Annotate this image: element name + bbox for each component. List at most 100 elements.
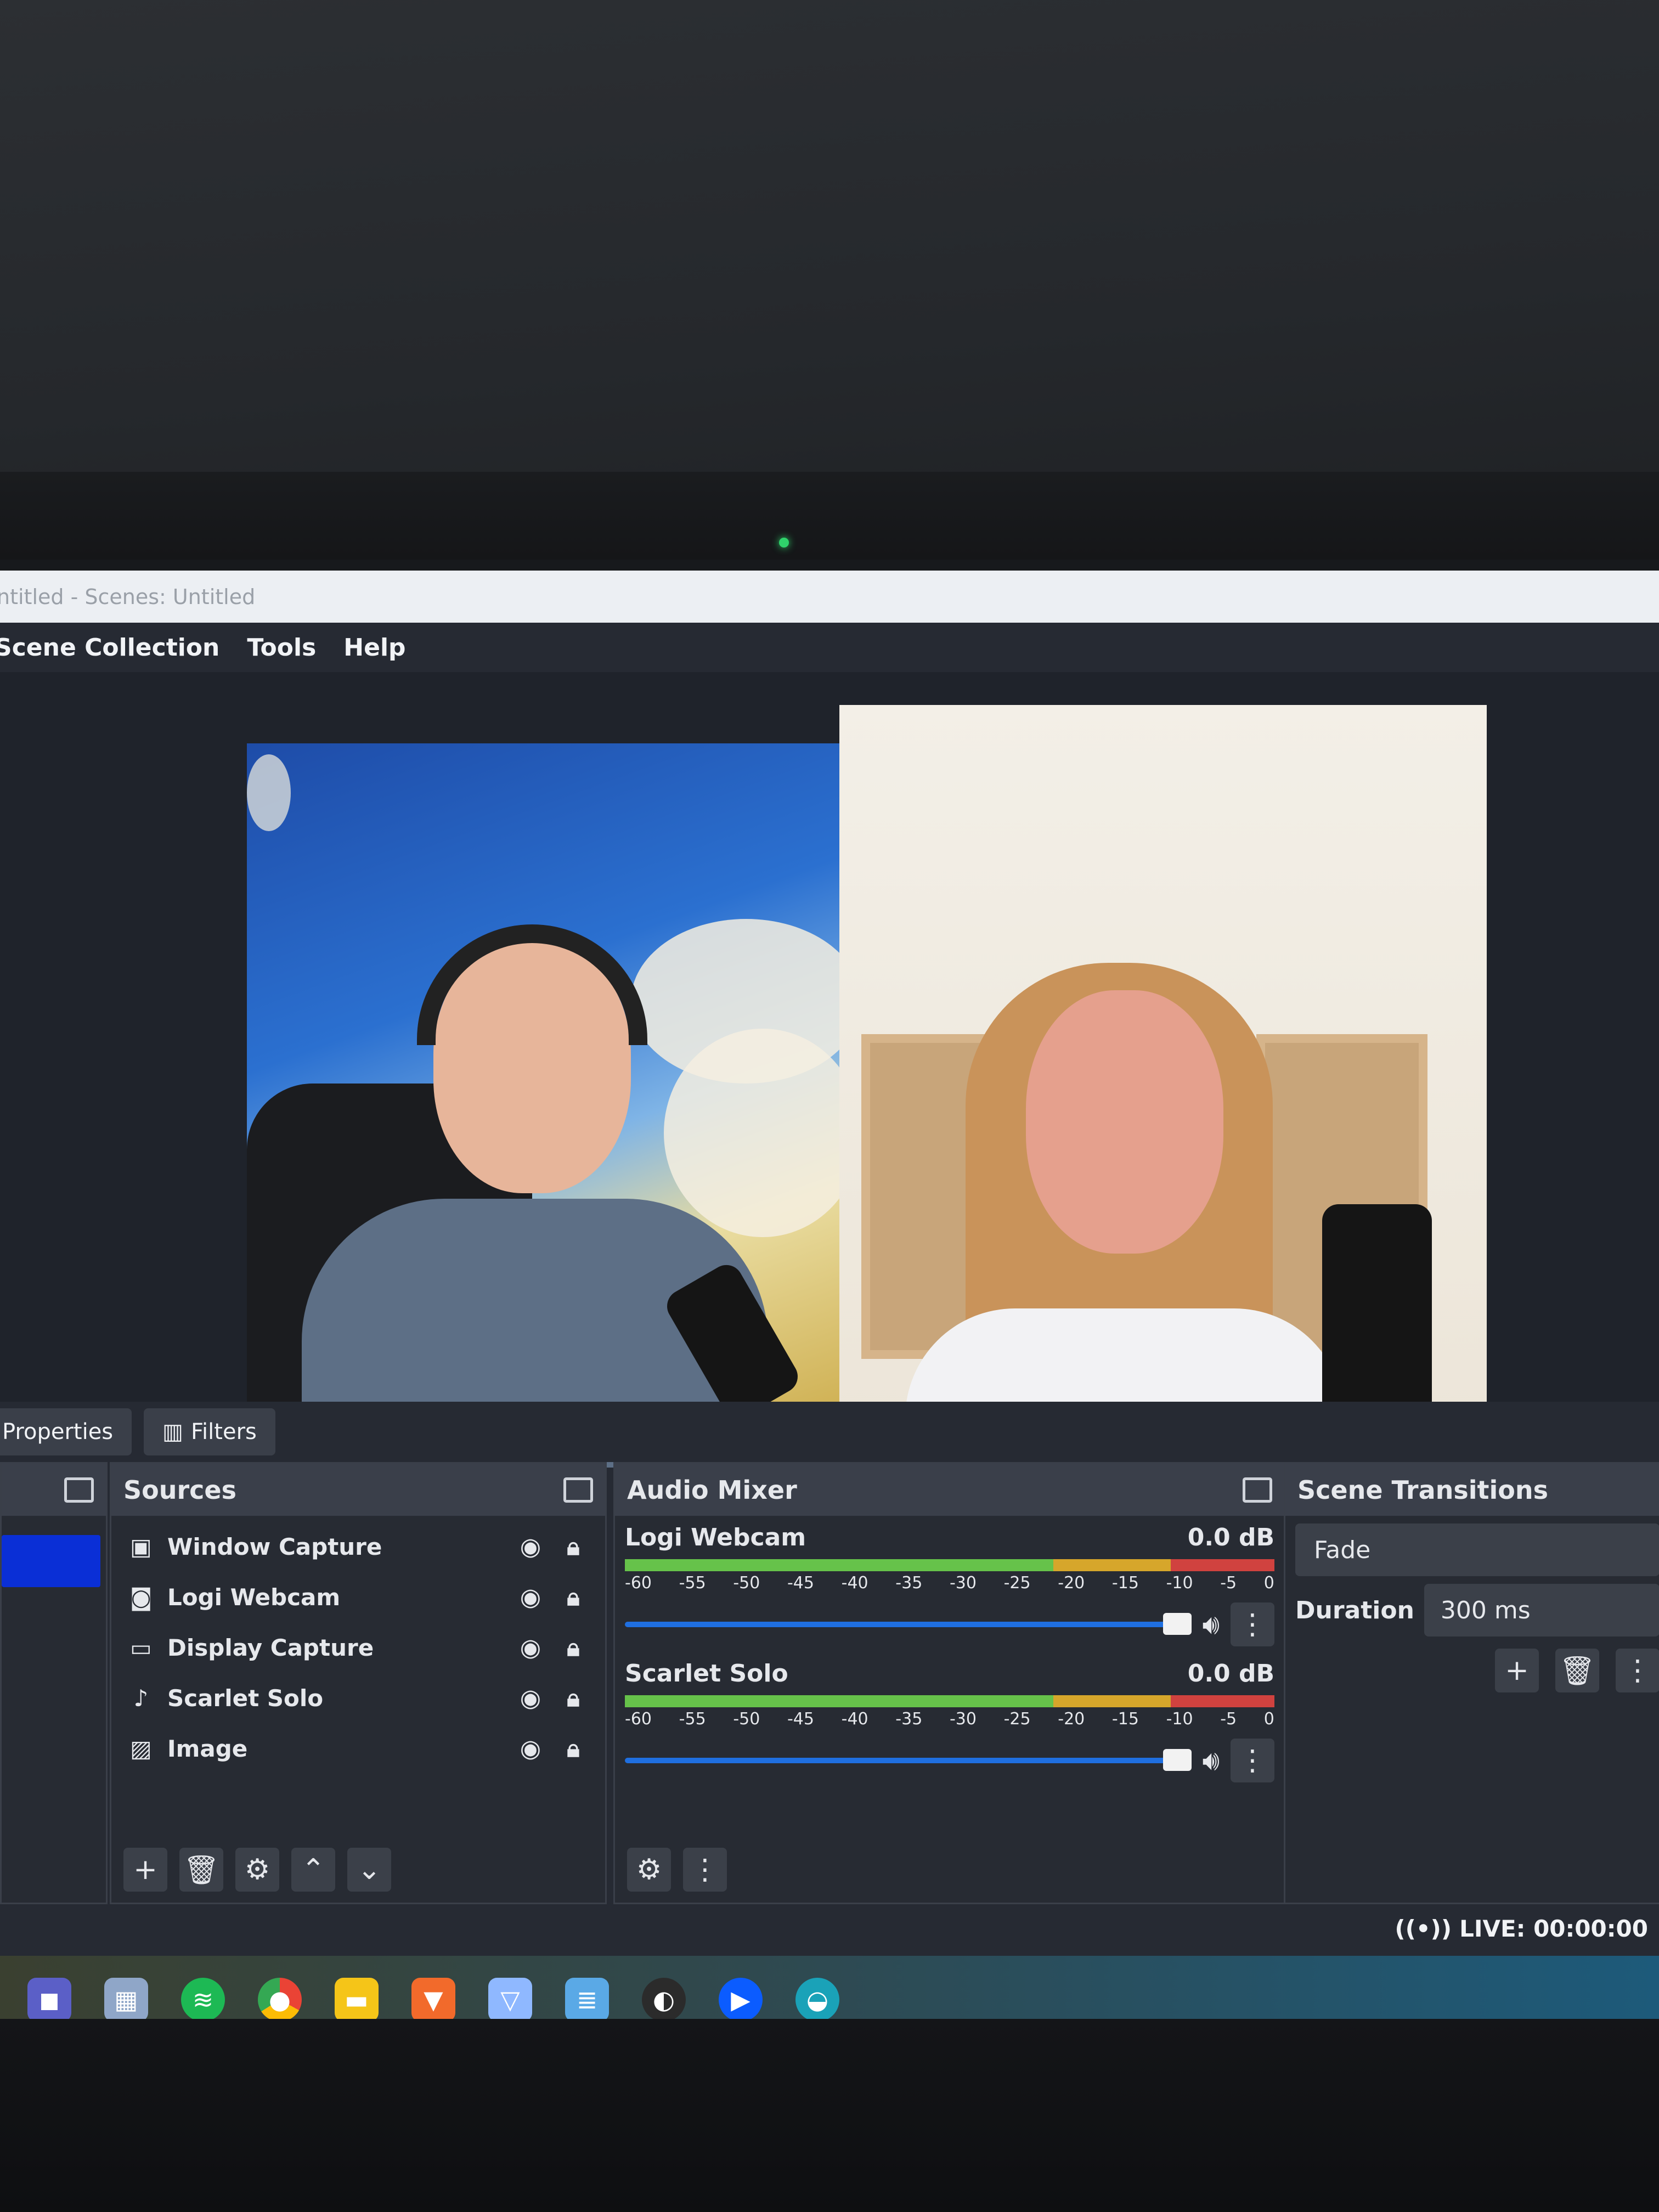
visibility-eye-icon[interactable]: ◉ xyxy=(515,1735,546,1763)
sources-dock: Sources ▣ Window Capture ◉ 🔒︎ ◙ Logi Web… xyxy=(110,1462,607,1904)
remove-transition-button[interactable]: 🗑︎ xyxy=(1555,1649,1599,1692)
channel-name: Scarlet Solo xyxy=(625,1660,788,1688)
brave-icon[interactable]: ▼ xyxy=(411,1978,455,2022)
source-label: Image xyxy=(167,1735,248,1762)
program-preview[interactable] xyxy=(247,705,1487,1468)
transition-select[interactable]: Fade xyxy=(1295,1523,1659,1576)
mixer-menu-button[interactable]: ⋮ xyxy=(683,1848,727,1892)
monitor-bezel xyxy=(0,0,1659,549)
scene-transitions-dock: Scene Transitions Fade Duration 300 ms +… xyxy=(1284,1462,1659,1904)
volume-slider-handle[interactable] xyxy=(1163,1613,1192,1635)
filters-button[interactable]: ▥ Filters xyxy=(144,1408,275,1455)
webcam-feed-right xyxy=(839,705,1487,1468)
audio-mixer-dock: Audio Mixer Logi Webcam 0.0 dB -60 -55 -50… xyxy=(613,1462,1286,1904)
window-capture-icon: ▣ xyxy=(130,1533,152,1560)
edge-icon[interactable]: ◒ xyxy=(795,1978,839,2022)
meter-scale: -60 -55 -50 -45 -40 -35 -30 -25 -20 -15 -10 -5 0 xyxy=(625,1709,1274,1729)
source-label: Window Capture xyxy=(167,1533,382,1560)
teams-icon[interactable]: ◼ xyxy=(27,1978,71,2022)
source-label: Display Capture xyxy=(167,1634,374,1661)
duration-input[interactable]: 300 ms xyxy=(1424,1584,1659,1637)
webcam-indicator-light xyxy=(779,538,789,548)
speaker-icon[interactable]: 🔊︎ xyxy=(1203,1745,1220,1777)
properties-button[interactable]: Properties xyxy=(0,1408,132,1455)
move-source-up-button[interactable]: ⌃ xyxy=(291,1848,335,1892)
chrome-icon[interactable]: ● xyxy=(258,1978,302,2022)
transitions-title: Scene Transitions xyxy=(1297,1475,1548,1505)
add-source-button[interactable]: + xyxy=(123,1848,167,1892)
zoom-icon[interactable]: ▶ xyxy=(719,1978,763,2022)
volume-slider[interactable] xyxy=(625,1749,1192,1771)
obs-icon[interactable]: ◐ xyxy=(642,1978,686,2022)
kebab-menu-icon: ⋮ xyxy=(1238,1744,1267,1777)
channel-menu-button[interactable]: ⋮ xyxy=(1231,1739,1274,1782)
gear-icon: ⚙ xyxy=(244,1853,270,1886)
filters-icon: ▥ xyxy=(162,1419,183,1444)
channel-name: Logi Webcam xyxy=(625,1523,806,1551)
advanced-audio-button[interactable]: ⚙ xyxy=(627,1848,671,1892)
undock-icon[interactable] xyxy=(1243,1477,1272,1503)
microphone-icon: ♪ xyxy=(133,1684,149,1712)
lock-icon[interactable]: 🔒︎ xyxy=(558,1583,589,1611)
live-timer: LIVE: 00:00:00 xyxy=(1459,1915,1648,1942)
filters-label: Filters xyxy=(190,1419,257,1444)
channel-level: 0.0 dB xyxy=(1187,1660,1274,1688)
source-item-logi-webcam[interactable]: ◙ Logi Webcam ◉ 🔒︎ xyxy=(111,1572,605,1622)
source-properties-button[interactable]: ⚙ xyxy=(235,1848,279,1892)
menu-bar: Scene Collection Tools Help xyxy=(0,623,1659,672)
source-item-window-capture[interactable]: ▣ Window Capture ◉ 🔒︎ xyxy=(111,1521,605,1572)
obs-window: ntitled - Scenes: Untitled Scene Collect… xyxy=(0,571,1659,2044)
add-transition-button[interactable]: + xyxy=(1495,1649,1539,1692)
remove-source-button[interactable]: 🗑︎ xyxy=(179,1848,223,1892)
image-icon: ▨ xyxy=(130,1735,152,1762)
preview-area xyxy=(0,672,1659,1468)
source-item-image[interactable]: ▨ Image ◉ 🔒︎ xyxy=(111,1723,605,1774)
source-item-scarlet-solo[interactable]: ♪ Scarlet Solo ◉ 🔒︎ xyxy=(111,1673,605,1723)
speaker-icon[interactable]: 🔊︎ xyxy=(1203,1609,1220,1641)
undock-icon[interactable] xyxy=(563,1477,593,1503)
spotify-icon[interactable]: ≋ xyxy=(181,1978,225,2022)
window-titlebar: ntitled - Scenes: Untitled xyxy=(0,571,1659,623)
visibility-eye-icon[interactable]: ◉ xyxy=(515,1684,546,1712)
visibility-eye-icon[interactable]: ◉ xyxy=(515,1634,546,1662)
lock-icon[interactable]: 🔒︎ xyxy=(558,1533,589,1561)
undock-icon[interactable] xyxy=(64,1477,94,1503)
file-explorer-icon[interactable]: ▬ xyxy=(335,1978,379,2022)
kebab-menu-icon: ⋮ xyxy=(691,1853,719,1886)
volume-meter xyxy=(625,1559,1274,1571)
monitor-icon: ▭ xyxy=(130,1634,152,1661)
source-item-display-capture[interactable]: ▭ Display Capture ◉ 🔒︎ xyxy=(111,1622,605,1673)
sources-title: Sources xyxy=(123,1475,237,1505)
live-broadcast-icon: ((•)) xyxy=(1395,1915,1452,1942)
lock-icon[interactable]: 🔒︎ xyxy=(558,1684,589,1712)
volume-slider-handle[interactable] xyxy=(1163,1749,1192,1771)
move-source-down-button[interactable]: ⌄ xyxy=(347,1848,391,1892)
menu-help[interactable]: Help xyxy=(343,634,405,662)
mixer-channel-logi-webcam: Logi Webcam 0.0 dB -60 -55 -50 -45 -40 -35 -30… xyxy=(615,1516,1284,1646)
visibility-eye-icon[interactable]: ◉ xyxy=(515,1533,546,1561)
mixer-channel-scarlet-solo: Scarlet Solo 0.0 dB -60 -55 -50 -45 -40 -35 -3… xyxy=(615,1652,1284,1782)
transition-menu-button[interactable]: ⋮ xyxy=(1616,1649,1659,1692)
monitor-frame xyxy=(0,472,1659,560)
duration-label: Duration xyxy=(1295,1596,1414,1624)
lock-icon[interactable]: 🔒︎ xyxy=(558,1634,589,1662)
channel-menu-button[interactable]: ⋮ xyxy=(1231,1602,1274,1646)
visibility-eye-icon[interactable]: ◉ xyxy=(515,1583,546,1611)
chevron-down-icon: ⌄ xyxy=(357,1853,381,1886)
duration-value: 300 ms xyxy=(1440,1596,1531,1624)
volume-slider[interactable] xyxy=(625,1613,1192,1635)
menu-scene-collection[interactable]: Scene Collection xyxy=(0,634,219,662)
photos-icon[interactable]: ▦ xyxy=(104,1978,148,2022)
menu-tools[interactable]: Tools xyxy=(247,634,316,662)
source-label: Scarlet Solo xyxy=(167,1684,324,1712)
trash-icon: 🗑︎ xyxy=(183,1853,219,1887)
status-bar: ((•)) LIVE: 00:00:00 xyxy=(0,1904,1659,1953)
desk-surface xyxy=(0,2019,1659,2212)
camera-icon: ◙ xyxy=(129,1583,153,1611)
trash-icon: 🗑︎ xyxy=(1559,1654,1595,1688)
lock-icon[interactable]: 🔒︎ xyxy=(558,1735,589,1763)
selected-scene[interactable] xyxy=(2,1535,100,1587)
notepad-icon[interactable]: ≣ xyxy=(565,1978,609,2022)
source-label: Logi Webcam xyxy=(167,1583,341,1611)
proton-vpn-icon[interactable]: ▽ xyxy=(488,1978,532,2022)
